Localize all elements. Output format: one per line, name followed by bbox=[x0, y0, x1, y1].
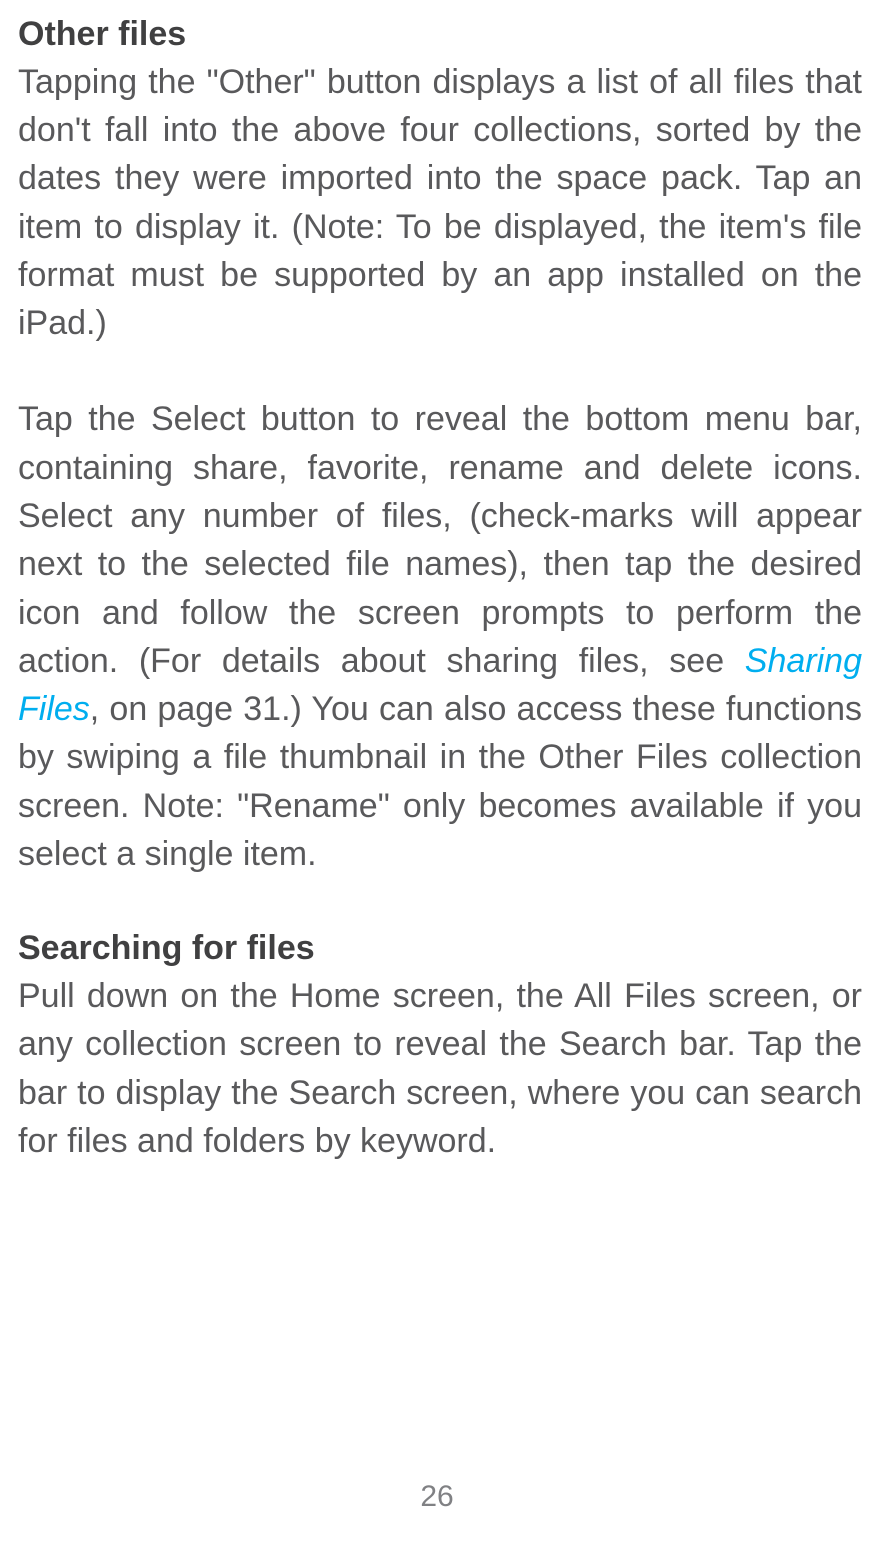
page-number: 26 bbox=[0, 1480, 874, 1514]
paragraph-searching-1: Pull down on the Home screen, the All Fi… bbox=[18, 972, 862, 1165]
heading-searching: Searching for files bbox=[18, 926, 862, 972]
section-spacer bbox=[18, 878, 862, 926]
document-page: Other files Tapping the "Other" button d… bbox=[18, 12, 862, 1165]
paragraph-other-1: Tapping the "Other" button displays a li… bbox=[18, 58, 862, 348]
paragraph-spacer bbox=[18, 347, 862, 395]
heading-other-files: Other files bbox=[18, 12, 862, 58]
text-before-link: Tap the Select button to reveal the bott… bbox=[18, 400, 862, 679]
paragraph-other-2: Tap the Select button to reveal the bott… bbox=[18, 395, 862, 878]
text-after-link: , on page 31.) You can also access these… bbox=[18, 690, 862, 873]
